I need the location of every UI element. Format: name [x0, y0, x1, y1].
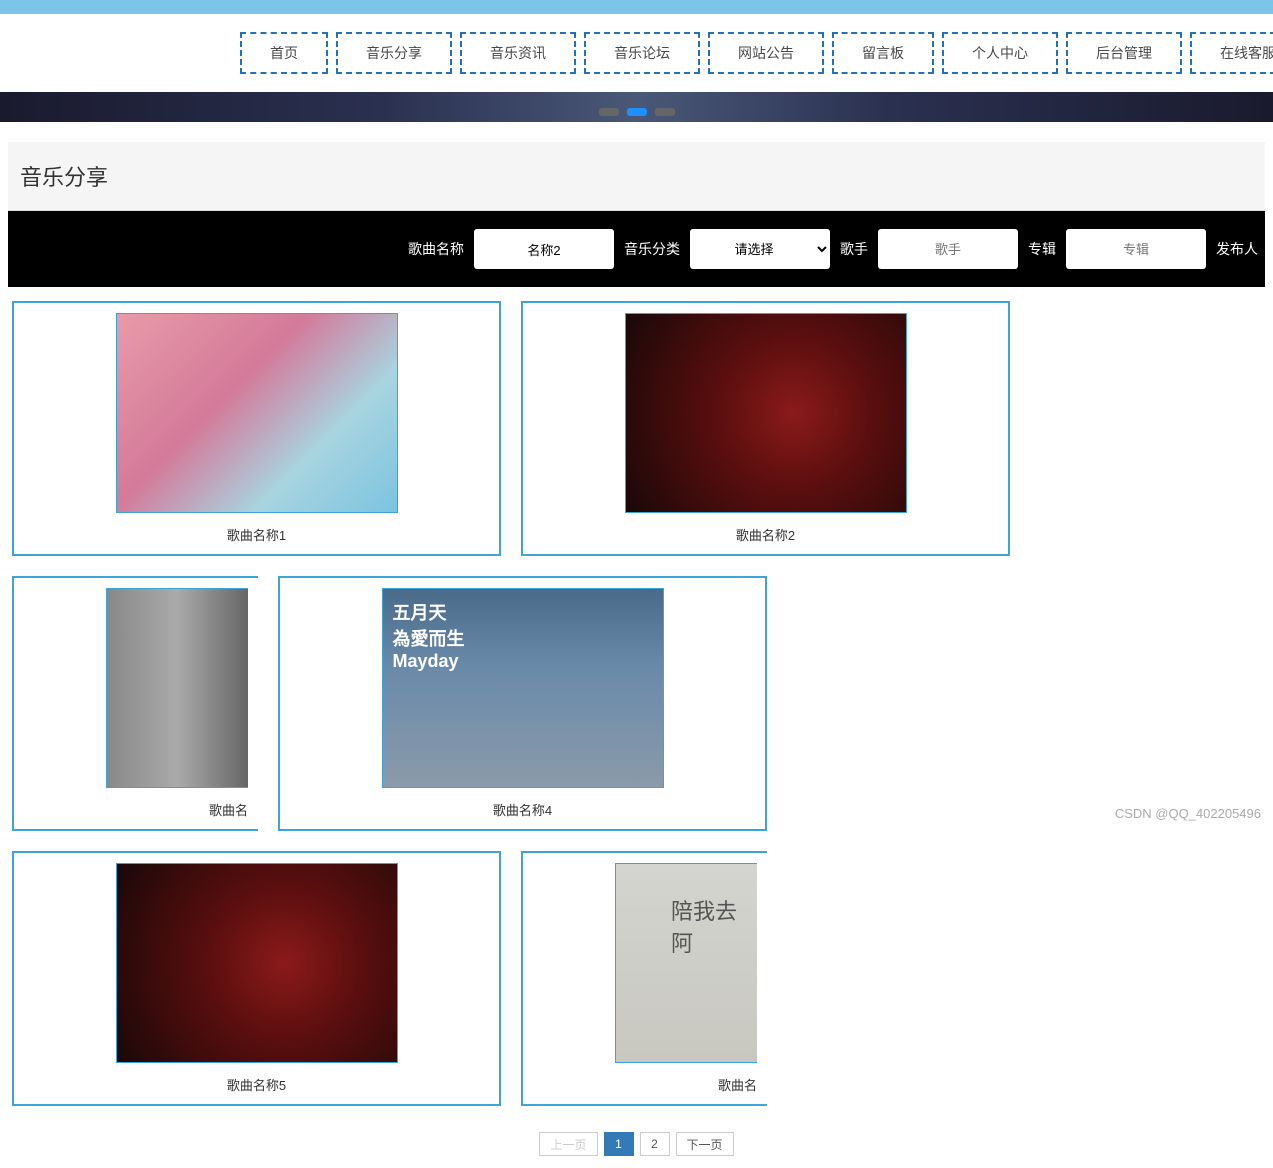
- prev-page-button[interactable]: 上一页: [539, 1132, 597, 1156]
- hero-banner: [0, 92, 1273, 122]
- nav-home[interactable]: 首页: [240, 32, 328, 74]
- album-art: [116, 313, 398, 513]
- card-title: 歌曲名: [718, 1075, 757, 1094]
- category-label: 音乐分类: [624, 239, 680, 259]
- album-art: [615, 863, 757, 1063]
- category-select[interactable]: 请选择: [690, 229, 830, 269]
- nav-support[interactable]: 在线客服: [1190, 32, 1273, 74]
- nav-guestbook[interactable]: 留言板: [832, 32, 934, 74]
- music-card[interactable]: 歌曲名: [12, 576, 258, 831]
- song-name-label: 歌曲名称: [408, 239, 464, 259]
- singer-input[interactable]: [878, 229, 1018, 269]
- nav-music-share[interactable]: 音乐分享: [336, 32, 452, 74]
- album-art: [382, 588, 664, 788]
- music-card[interactable]: 歌曲名: [521, 851, 767, 1106]
- music-card[interactable]: 歌曲名称1: [12, 301, 501, 556]
- music-card[interactable]: 歌曲名称4: [278, 576, 767, 831]
- music-card[interactable]: 歌曲名称5: [12, 851, 501, 1106]
- album-art: [116, 863, 398, 1063]
- carousel-dot-2[interactable]: [627, 108, 647, 116]
- card-title: 歌曲名称1: [227, 525, 286, 544]
- nav-admin[interactable]: 后台管理: [1066, 32, 1182, 74]
- card-title: 歌曲名称5: [227, 1075, 286, 1094]
- card-title: 歌曲名: [209, 800, 248, 819]
- card-title: 歌曲名称2: [736, 525, 795, 544]
- carousel-dot-3[interactable]: [655, 108, 675, 116]
- nav-site-announce[interactable]: 网站公告: [708, 32, 824, 74]
- album-label: 专辑: [1028, 239, 1056, 259]
- pagination: 上一页 1 2 下一页: [0, 1120, 1273, 1168]
- next-page-button[interactable]: 下一页: [676, 1132, 734, 1156]
- nav-music-news[interactable]: 音乐资讯: [460, 32, 576, 74]
- card-title: 歌曲名称4: [493, 800, 552, 819]
- page-2-button[interactable]: 2: [640, 1132, 670, 1156]
- top-bar: [0, 0, 1273, 14]
- music-grid: 歌曲名称1 歌曲名称2 歌曲名 歌曲名称4 歌曲名称5 歌曲名: [0, 287, 1273, 1120]
- nav-music-forum[interactable]: 音乐论坛: [584, 32, 700, 74]
- singer-label: 歌手: [840, 239, 868, 259]
- nav-user-center[interactable]: 个人中心: [942, 32, 1058, 74]
- filter-bar: 歌曲名称 音乐分类 请选择 歌手 专辑 发布人: [8, 211, 1265, 287]
- publisher-label: 发布人: [1216, 239, 1258, 259]
- album-input[interactable]: [1066, 229, 1206, 269]
- song-name-input[interactable]: [474, 229, 614, 269]
- main-nav: 首页 音乐分享 音乐资讯 音乐论坛 网站公告 留言板 个人中心 后台管理 在线客…: [0, 14, 1273, 92]
- carousel-dot-1[interactable]: [599, 108, 619, 116]
- carousel-dots: [599, 108, 675, 116]
- music-card[interactable]: 歌曲名称2: [521, 301, 1010, 556]
- section-title: 音乐分享: [8, 142, 1265, 211]
- album-art: [106, 588, 248, 788]
- album-art: [625, 313, 907, 513]
- page-1-button[interactable]: 1: [604, 1132, 634, 1156]
